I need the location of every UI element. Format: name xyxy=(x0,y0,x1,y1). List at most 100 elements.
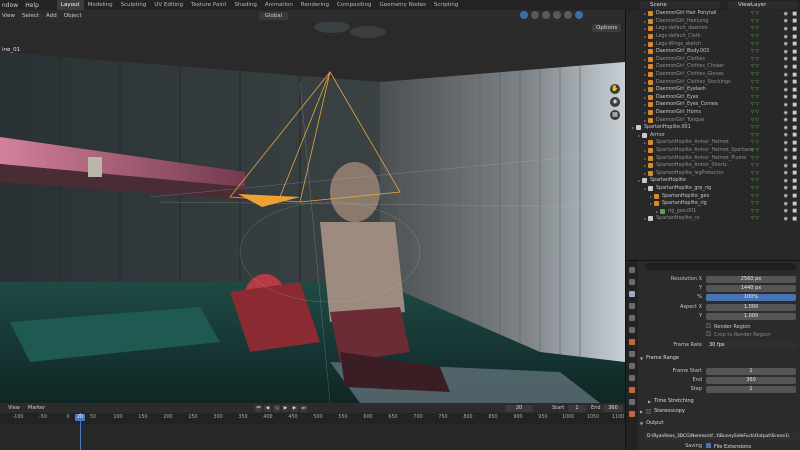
scene-selector[interactable]: Scene xyxy=(640,1,720,9)
stereoscopy-section[interactable]: ▶ Stereoscopy xyxy=(640,407,800,415)
time-stretching-section[interactable]: ▶ Time Stretching xyxy=(648,397,800,405)
eye-icon[interactable]: ◉ xyxy=(784,178,788,184)
eye-icon[interactable]: ◉ xyxy=(784,155,788,161)
jump-start-icon[interactable]: ⏮ xyxy=(255,405,262,412)
3d-viewport[interactable]: ine_01 Options ✋ ◉ ▦ xyxy=(0,22,625,403)
render-visibility-icon[interactable]: ■ xyxy=(792,102,797,108)
render-tab-icon[interactable] xyxy=(629,279,635,285)
outliner-item[interactable]: ▸ SpartanHoplite_rig ▽▽ ◉ ■ xyxy=(626,200,800,208)
render-visibility-icon[interactable]: ■ xyxy=(792,163,797,169)
outliner-item[interactable]: ▸ SpartanHoplite_Armor_Shorts ▽▽ ◉ ■ xyxy=(626,162,800,170)
overlay-icon[interactable] xyxy=(520,11,528,19)
tab-shading[interactable]: Shading xyxy=(231,0,261,10)
render-visibility-icon[interactable]: ■ xyxy=(792,49,797,55)
render-visibility-icon[interactable]: ■ xyxy=(792,170,797,176)
render-visibility-icon[interactable]: ■ xyxy=(792,110,797,116)
properties-search-input[interactable] xyxy=(646,263,796,270)
view-layer-selector[interactable]: ViewLayer xyxy=(728,1,798,9)
constraints-tab-icon[interactable] xyxy=(629,387,635,393)
render-visibility-icon[interactable]: ■ xyxy=(792,201,797,207)
render-visibility-icon[interactable]: ■ xyxy=(792,34,797,40)
render-region-checkbox[interactable]: Render Region xyxy=(706,322,751,330)
eye-icon[interactable]: ◉ xyxy=(784,72,788,78)
outliner-item[interactable]: ▸ DaemonGirl_Clothes ▽▽ ◉ ■ xyxy=(626,56,800,64)
play-icon[interactable]: ▶ xyxy=(282,405,289,412)
outliner-item[interactable]: ▸ SpartanHoplite_Armor_Helmet_Plume ▽▽ ◉ ■ xyxy=(626,154,800,162)
start-frame-field[interactable]: 1 xyxy=(568,405,586,412)
menu-help[interactable]: Help xyxy=(25,2,39,9)
outliner-item[interactable]: ▸ DaemonGirl_Eyes ▽▽ ◉ ■ xyxy=(626,94,800,102)
world-tab-icon[interactable] xyxy=(629,327,635,333)
tab-texture-paint[interactable]: Texture Paint xyxy=(187,0,231,10)
tab-rendering[interactable]: Rendering xyxy=(297,0,333,10)
viewport-menu-object[interactable]: Object xyxy=(64,13,82,19)
render-visibility-icon[interactable]: ■ xyxy=(792,79,797,85)
outliner-item[interactable]: ▸ DaemonGirl Hair Ponytail ▽▽ ◉ ■ xyxy=(626,10,800,18)
outliner-item[interactable]: ▸ DaemonGirl_HairLong ▽▽ ◉ ■ xyxy=(626,18,800,26)
render-visibility-icon[interactable]: ■ xyxy=(792,140,797,146)
eye-icon[interactable]: ◉ xyxy=(784,117,788,123)
eye-icon[interactable]: ◉ xyxy=(784,26,788,32)
modifier-tab-icon[interactable] xyxy=(629,351,635,357)
tab-sculpting[interactable]: Sculpting xyxy=(117,0,151,10)
outliner-item[interactable]: ▸ SpartanHoplite_cs ▽▽ ◉ ■ xyxy=(626,215,800,223)
render-visibility-icon[interactable]: ■ xyxy=(792,94,797,100)
render-visibility-icon[interactable]: ■ xyxy=(792,56,797,62)
timeline-menu-view[interactable]: View xyxy=(8,405,20,411)
eye-icon[interactable]: ◉ xyxy=(784,193,788,199)
eye-icon[interactable]: ◉ xyxy=(784,147,788,153)
xray-icon[interactable] xyxy=(531,11,539,19)
outliner-item[interactable]: ▸ DaemonGirl_Tongue ▽▽ ◉ ■ xyxy=(626,116,800,124)
view-layer-tab-icon[interactable] xyxy=(629,303,635,309)
output-section[interactable]: ▼ Output xyxy=(640,419,800,427)
eye-icon[interactable]: ◉ xyxy=(784,18,788,24)
frame-step-field[interactable]: 1 xyxy=(706,385,796,393)
eye-icon[interactable]: ◉ xyxy=(784,94,788,100)
next-keyframe-icon[interactable]: ▶ xyxy=(291,405,298,412)
viewport-menu-select[interactable]: Select xyxy=(22,13,39,19)
outliner-item[interactable]: ▸ DaemonGirl_Clothes_Stockings ▽▽ ◉ ■ xyxy=(626,78,800,86)
render-visibility-icon[interactable]: ■ xyxy=(792,11,797,17)
material-tab-icon[interactable] xyxy=(629,411,635,417)
render-visibility-icon[interactable]: ■ xyxy=(792,117,797,123)
frame-range-section[interactable]: ▼ Frame Range xyxy=(640,354,800,362)
outliner-item[interactable]: ▸ DaemonGirl_Clothes_Gloves ▽▽ ◉ ■ xyxy=(626,71,800,79)
output-tab-icon[interactable] xyxy=(629,291,635,297)
eye-icon[interactable]: ◉ xyxy=(784,49,788,55)
eye-icon[interactable]: ◉ xyxy=(784,140,788,146)
camera-view-icon[interactable]: ◉ xyxy=(610,97,620,107)
outliner-item[interactable]: ▸ SpartanHoplite_grp_rig ▽▽ ◉ ■ xyxy=(626,185,800,193)
render-visibility-icon[interactable]: ■ xyxy=(792,216,797,222)
object-tab-icon[interactable] xyxy=(629,339,635,345)
resolution-percent-field[interactable]: 100% xyxy=(706,293,796,301)
frame-rate-dropdown[interactable]: 30 fps xyxy=(706,341,796,349)
render-visibility-icon[interactable]: ■ xyxy=(792,64,797,70)
prev-keyframe-icon[interactable]: ◀ xyxy=(264,405,271,412)
tab-uv-editing[interactable]: UV Editing xyxy=(150,0,187,10)
eye-icon[interactable]: ◉ xyxy=(784,79,788,85)
grid-icon[interactable]: ▦ xyxy=(610,110,620,120)
tab-modeling[interactable]: Modeling xyxy=(84,0,117,10)
current-frame-field[interactable]: 20 xyxy=(505,405,533,412)
tab-animation[interactable]: Animation xyxy=(261,0,297,10)
tab-compositing[interactable]: Compositing xyxy=(333,0,375,10)
render-visibility-icon[interactable]: ■ xyxy=(792,41,797,47)
timeline-menu-marker[interactable]: Marker xyxy=(28,405,45,411)
render-visibility-icon[interactable]: ■ xyxy=(792,72,797,78)
eye-icon[interactable]: ◉ xyxy=(784,163,788,169)
data-tab-icon[interactable] xyxy=(629,399,635,405)
tab-scripting[interactable]: Scripting xyxy=(430,0,462,10)
tab-geometry-nodes[interactable]: Geometry Nodes xyxy=(375,0,429,10)
outliner-item[interactable]: ▸ Armor ▽▽ ◉ ■ xyxy=(626,132,800,140)
outliner-item[interactable]: ▸ SpartanHoplite_Armor_Helmet ▽▽ ◉ ■ xyxy=(626,139,800,147)
outliner-item[interactable]: ▸ SpartanHoplite.001 ▽▽ ◉ ■ xyxy=(626,124,800,132)
eye-icon[interactable]: ◉ xyxy=(784,110,788,116)
eye-icon[interactable]: ◉ xyxy=(784,208,788,214)
outliner-item[interactable]: ▸ SpartanHoplite ▽▽ ◉ ■ xyxy=(626,177,800,185)
outliner-item[interactable]: ▸ SpartanHoplite_geo ▽▽ ◉ ■ xyxy=(626,192,800,200)
render-visibility-icon[interactable]: ■ xyxy=(792,147,797,153)
play-reverse-icon[interactable]: ◁ xyxy=(273,405,280,412)
tool-tab-icon[interactable] xyxy=(629,267,635,273)
tab-layout[interactable]: Layout xyxy=(56,0,84,10)
render-visibility-icon[interactable]: ■ xyxy=(792,26,797,32)
